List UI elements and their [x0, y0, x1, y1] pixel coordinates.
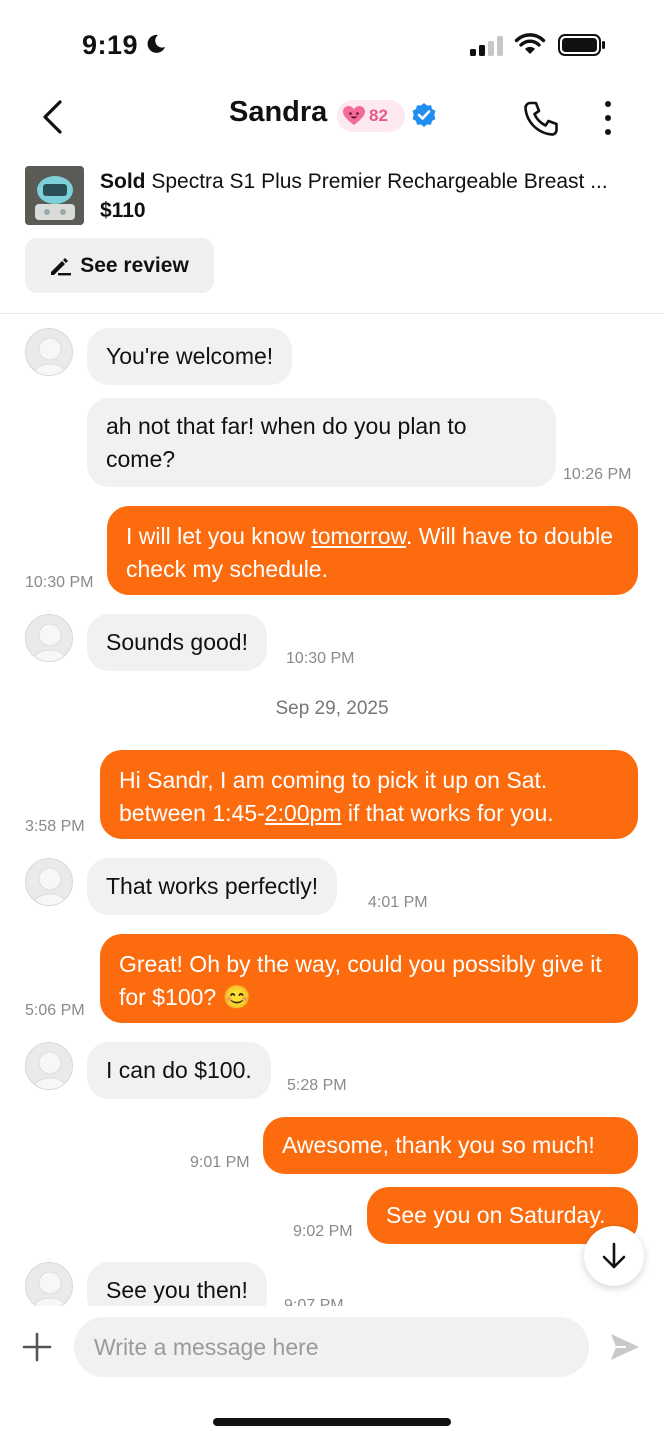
default-avatar-icon — [32, 623, 68, 661]
wifi-icon — [514, 33, 546, 54]
listing-price: $110 — [100, 199, 146, 222]
home-indicator — [213, 1418, 451, 1426]
avatar[interactable] — [25, 328, 73, 376]
message-text: if that works for you. — [341, 800, 554, 826]
default-avatar-icon — [32, 1271, 68, 1309]
sold-status: Sold — [100, 170, 146, 193]
date-separator: Sep 29, 2025 — [275, 698, 389, 719]
pencil-icon — [51, 257, 72, 275]
see-review-button[interactable]: See review — [25, 238, 214, 293]
message-bubble-outgoing[interactable]: Hi Sandr, I am coming to pick it up on S… — [100, 750, 638, 839]
avatar[interactable] — [25, 1262, 73, 1310]
default-avatar-icon — [32, 337, 68, 375]
message-time: 4:01 PM — [368, 894, 428, 911]
message-time: 9:01 PM — [190, 1154, 250, 1171]
divider — [0, 313, 664, 314]
status-time: 9:19 — [82, 30, 139, 60]
message-bubble-incoming[interactable]: You're welcome! — [87, 328, 293, 385]
default-avatar-icon — [32, 867, 68, 905]
rating-badge[interactable]: 82 — [337, 100, 405, 132]
phone-call-icon[interactable] — [522, 100, 560, 138]
breast-pump-image — [25, 166, 84, 225]
verified-badge-icon — [412, 103, 436, 127]
message-bubble-outgoing[interactable]: I will let you know tomorrow. Will have … — [107, 506, 638, 595]
message-bubble-outgoing[interactable]: Awesome, thank you so much! — [263, 1117, 638, 1174]
message-time: 10:26 PM — [563, 466, 632, 483]
message-text: I will let you know — [126, 523, 312, 549]
more-options-icon[interactable] — [600, 100, 616, 136]
contact-name[interactable]: Sandra — [229, 96, 327, 129]
arrow-down-icon — [602, 1242, 626, 1269]
heart-face-icon — [343, 106, 365, 125]
cellular-signal-icon — [470, 36, 503, 56]
message-bubble-incoming[interactable]: Sounds good! — [87, 614, 267, 671]
default-avatar-icon — [32, 1051, 68, 1089]
listing-title-line[interactable]: Sold Spectra S1 Plus Premier Rechargeabl… — [100, 170, 608, 194]
message-time: 10:30 PM — [25, 574, 94, 591]
plus-icon[interactable] — [22, 1332, 52, 1362]
message-bubble-outgoing[interactable]: Great! Oh by the way, could you possibly… — [100, 934, 638, 1023]
time-link[interactable]: 2:00pm — [265, 800, 342, 826]
avatar[interactable] — [25, 1042, 73, 1090]
scroll-to-bottom-button[interactable] — [584, 1226, 644, 1286]
avatar[interactable] — [25, 858, 73, 906]
date-link[interactable]: tomorrow — [311, 523, 406, 549]
battery-icon — [558, 34, 605, 56]
message-bubble-incoming[interactable]: I can do $100. — [87, 1042, 271, 1099]
avatar[interactable] — [25, 614, 73, 662]
message-input[interactable] — [74, 1317, 589, 1377]
message-bubble-incoming[interactable]: That works perfectly! — [87, 858, 338, 915]
message-time: 5:28 PM — [287, 1077, 347, 1094]
listing-title: Spectra S1 Plus Premier Rechargeable Bre… — [151, 170, 608, 193]
rating-score: 82 — [369, 106, 388, 125]
message-time: 5:06 PM — [25, 1002, 85, 1019]
product-thumbnail[interactable] — [25, 166, 84, 225]
moon-icon — [147, 34, 165, 53]
message-time: 10:30 PM — [286, 650, 355, 667]
see-review-label: See review — [80, 253, 189, 277]
send-icon[interactable] — [608, 1330, 642, 1364]
message-time: 9:02 PM — [293, 1223, 353, 1240]
back-arrow-icon[interactable] — [40, 98, 66, 136]
message-bubble-incoming[interactable]: ah not that far! when do you plan to com… — [87, 398, 556, 487]
message-time: 3:58 PM — [25, 818, 85, 835]
